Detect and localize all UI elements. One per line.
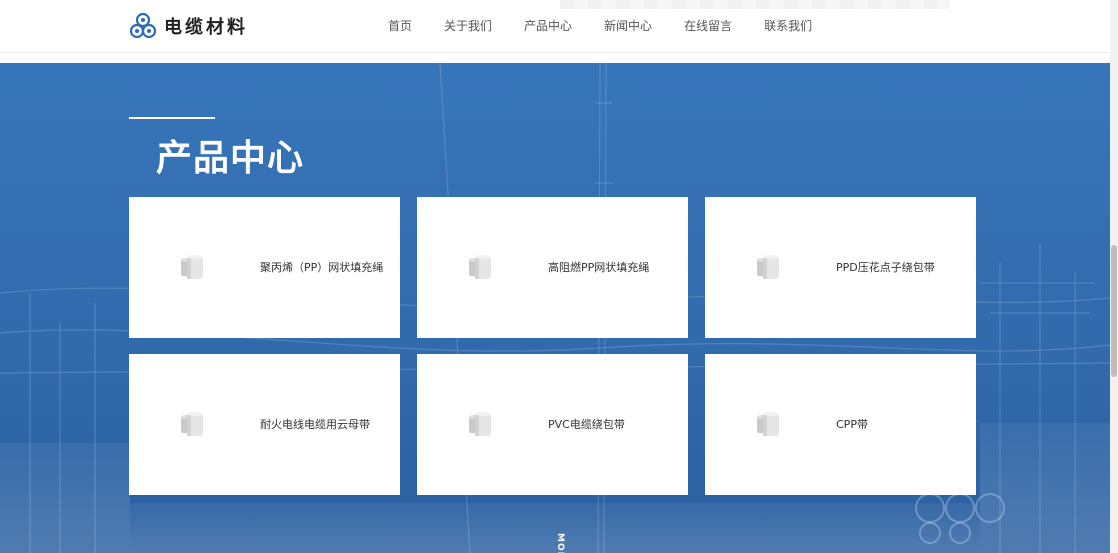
logo-icon bbox=[129, 12, 157, 39]
site-header: 电缆材料 首页 关于我们 产品中心 新闻中心 在线留言 联系我们 bbox=[0, 0, 1110, 53]
product-image bbox=[469, 412, 491, 436]
more-link[interactable]: MORE bbox=[553, 533, 565, 553]
product-image bbox=[469, 255, 491, 279]
product-name: 聚丙烯（PP）网状填充绳 bbox=[260, 261, 384, 274]
product-image bbox=[757, 255, 779, 279]
nav-item-message[interactable]: 在线留言 bbox=[668, 17, 748, 35]
product-card[interactable]: CPP带 bbox=[705, 354, 976, 495]
product-name: 耐火电线电缆用云母带 bbox=[260, 418, 370, 431]
nav-item-about[interactable]: 关于我们 bbox=[428, 17, 508, 35]
page: 电缆材料 首页 关于我们 产品中心 新闻中心 在线留言 联系我们 产品中心 聚丙… bbox=[0, 0, 1118, 553]
nav-item-home[interactable]: 首页 bbox=[372, 17, 428, 35]
section-title: 产品中心 bbox=[156, 138, 305, 179]
product-card[interactable]: PPD压花点子绕包带 bbox=[705, 197, 976, 338]
nav-item-products[interactable]: 产品中心 bbox=[508, 17, 588, 35]
site-logo[interactable]: 电缆材料 bbox=[128, 10, 248, 42]
title-underline bbox=[129, 117, 215, 119]
product-name: PVC电缆绕包带 bbox=[548, 418, 625, 431]
product-card[interactable]: 聚丙烯（PP）网状填充绳 bbox=[129, 197, 400, 338]
logo-text: 电缆材料 bbox=[164, 17, 248, 38]
product-card[interactable]: PVC电缆绕包带 bbox=[417, 354, 688, 495]
header-decoration bbox=[560, 0, 950, 9]
products-section: 产品中心 聚丙烯（PP）网状填充绳 高阻燃PP网状填充绳 PPD压花点子绕包带 … bbox=[0, 63, 1110, 553]
product-image bbox=[757, 412, 779, 436]
main-nav: 首页 关于我们 产品中心 新闻中心 在线留言 联系我们 bbox=[372, 17, 828, 35]
nav-item-news[interactable]: 新闻中心 bbox=[588, 17, 668, 35]
product-card[interactable]: 耐火电线电缆用云母带 bbox=[129, 354, 400, 495]
nav-item-contact[interactable]: 联系我们 bbox=[748, 17, 828, 35]
product-name: PPD压花点子绕包带 bbox=[836, 261, 935, 274]
product-image bbox=[181, 255, 203, 279]
product-image bbox=[181, 412, 203, 436]
product-name: CPP带 bbox=[836, 418, 868, 431]
scrollbar[interactable] bbox=[1110, 0, 1118, 553]
scrollbar-thumb[interactable] bbox=[1111, 245, 1117, 377]
product-name: 高阻燃PP网状填充绳 bbox=[548, 261, 650, 274]
product-card[interactable]: 高阻燃PP网状填充绳 bbox=[417, 197, 688, 338]
